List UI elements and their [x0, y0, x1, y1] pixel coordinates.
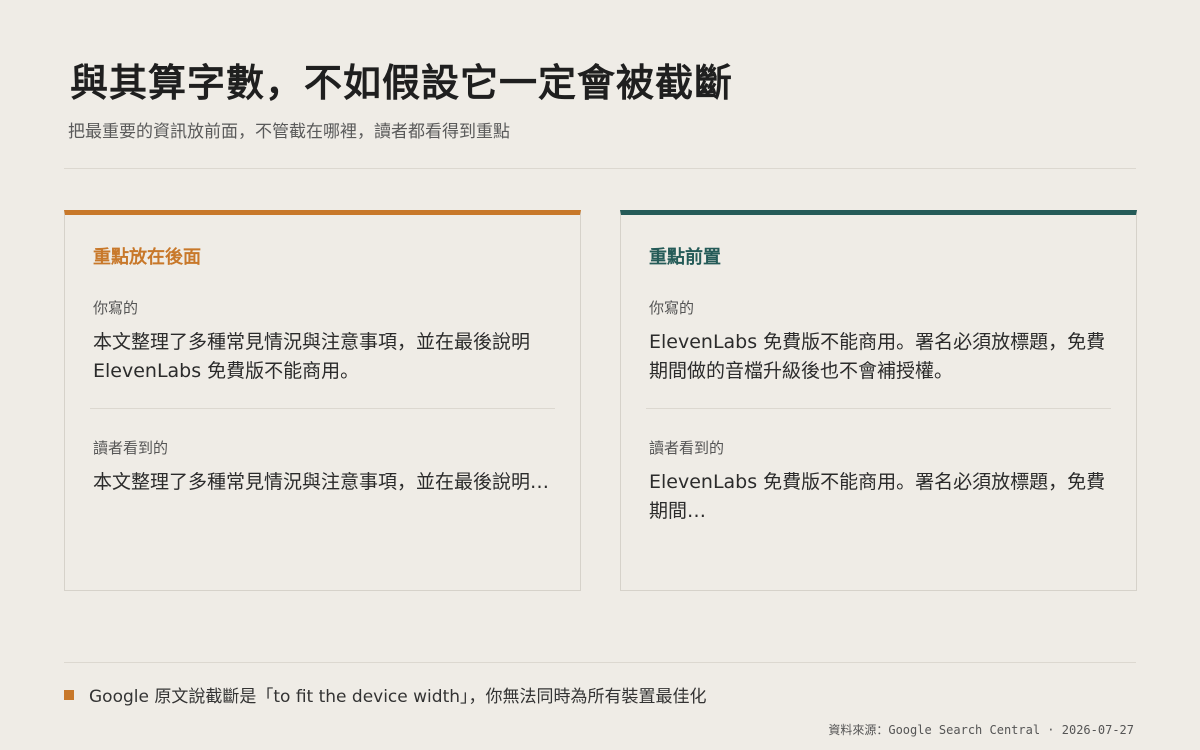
written-text: 本文整理了多種常見情況與注意事項，並在最後說明 ElevenLabs 免費版不能… [93, 331, 531, 382]
written-text: ElevenLabs 免費版不能商用。署名必須放標題，免費期間做的音檔升級後也不… [649, 331, 1106, 382]
written-label: 你寫的 [93, 299, 139, 317]
header-divider [64, 168, 1136, 169]
page-title: 與其算字數，不如假設它一定會被截斷 [70, 60, 734, 105]
card-divider [90, 408, 555, 409]
seen-label: 讀者看到的 [93, 439, 169, 457]
card-front-loaded: 重點前置 你寫的 ElevenLabs 免費版不能商用。署名必須放標題，免費期間… [620, 210, 1137, 591]
seen-label: 讀者看到的 [649, 439, 725, 457]
footnote-text: Google 原文說截斷是「to fit the device width」，你… [89, 687, 707, 707]
card-heading: 重點放在後面 [93, 247, 201, 268]
square-bullet-icon [64, 689, 74, 700]
page-subtitle: 把最重要的資訊放前面，不管截在哪裡，讀者都看得到重點 [68, 122, 510, 142]
written-label: 你寫的 [649, 299, 695, 317]
footer-divider [64, 662, 1136, 663]
source-citation: 資料來源：Google Search Central · 2026-07-27 [828, 723, 1134, 737]
card-divider [646, 408, 1111, 409]
seen-text: 本文整理了多種常見情況與注意事項，並在最後說明… [93, 471, 550, 493]
card-heading: 重點前置 [649, 247, 721, 268]
card-back-loaded: 重點放在後面 你寫的 本文整理了多種常見情況與注意事項，並在最後說明 Eleve… [64, 210, 581, 591]
footnote: Google 原文說截斷是「to fit the device width」，你… [64, 682, 707, 707]
seen-text: ElevenLabs 免費版不能商用。署名必須放標題，免費期間… [649, 471, 1106, 522]
